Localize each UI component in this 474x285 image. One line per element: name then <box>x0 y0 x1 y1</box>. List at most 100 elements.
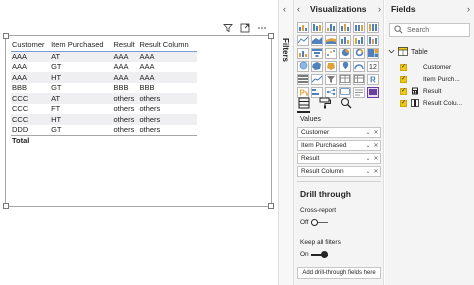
ribbon-chart-icon[interactable] <box>367 35 379 46</box>
remove-field-icon[interactable]: ✕ <box>372 129 380 136</box>
table-row: BBB GT BBB BBB <box>11 83 197 94</box>
svg-text:2: 2 <box>373 64 377 70</box>
resize-handle[interactable] <box>268 33 274 39</box>
table-visual-icon[interactable] <box>339 74 351 85</box>
table-row: CCC FT others others <box>11 104 197 115</box>
search-placeholder: Search <box>407 26 430 34</box>
values-well-label: Values <box>300 116 321 123</box>
field-item[interactable]: ✓ Result <box>400 87 441 95</box>
stacked-column-chart-icon[interactable] <box>311 22 323 33</box>
fields-search-box[interactable]: Search <box>389 23 470 37</box>
slicer-icon[interactable] <box>325 74 337 85</box>
area-chart-icon[interactable] <box>311 35 323 46</box>
table-row: AAA GT AAA AAA <box>11 62 197 73</box>
table-cell: AAA <box>11 51 51 62</box>
stacked-bar-chart-icon[interactable] <box>297 22 309 33</box>
field-checkbox-checked[interactable]: ✓ <box>400 63 407 71</box>
search-icon <box>394 24 403 36</box>
field-label: Customer <box>423 63 452 71</box>
toggle-switch-on[interactable] <box>310 251 328 258</box>
stacked-column-100-icon[interactable] <box>367 22 379 33</box>
donut-chart-icon[interactable] <box>353 48 365 59</box>
field-table-node[interactable]: Table <box>388 47 428 58</box>
table-cell: AT <box>50 93 113 104</box>
matrix-icon[interactable] <box>353 74 365 85</box>
remove-field-icon[interactable]: ✕ <box>372 168 380 175</box>
table-row: CCC HT others others <box>11 114 197 125</box>
field-item[interactable]: ✓ Customer <box>400 63 451 71</box>
remove-field-icon[interactable]: ✕ <box>372 142 380 149</box>
table-row: AAA HT AAA AAA <box>11 72 197 83</box>
field-checkbox-checked[interactable]: ✓ <box>400 75 407 83</box>
chevron-down-icon[interactable] <box>388 48 395 57</box>
map-icon[interactable] <box>297 61 309 72</box>
field-checkbox-checked[interactable]: ✓ <box>400 87 407 95</box>
line-and-column-chart-icon[interactable] <box>339 35 351 46</box>
field-item[interactable]: ✓ Result Colu... <box>400 99 462 107</box>
chevron-down-icon[interactable]: ⌄ <box>364 155 372 162</box>
column-header[interactable]: Result <box>112 38 139 52</box>
section-divider <box>297 181 381 182</box>
value-field-pill[interactable]: Customer ⌄ ✕ <box>297 127 381 138</box>
collapse-fields-icon[interactable]: › <box>467 4 470 14</box>
table-cell: CCC <box>12 104 29 114</box>
resize-handle[interactable] <box>268 203 274 209</box>
keep-all-filters-toggle[interactable]: On <box>300 251 328 258</box>
filter-icon[interactable] <box>222 23 233 34</box>
azure-map-icon[interactable] <box>339 61 351 72</box>
chevron-down-icon[interactable]: ⌄ <box>364 168 372 175</box>
filters-pane-collapsed[interactable]: ‹ Filters <box>278 0 294 285</box>
waterfall-chart-icon[interactable] <box>297 48 309 59</box>
filled-map-icon[interactable] <box>311 61 323 72</box>
chevron-down-icon[interactable]: ⌄ <box>364 129 372 136</box>
remove-field-icon[interactable]: ✕ <box>372 155 380 162</box>
field-item[interactable]: ✓ Item Purch... <box>400 75 460 83</box>
stacked-area-chart-icon[interactable] <box>325 35 337 46</box>
focus-mode-icon[interactable] <box>239 23 250 34</box>
value-field-pill[interactable]: Item Purchased ⌄ ✕ <box>297 140 381 151</box>
data-table: Customer Item Purchased Result Result Co… <box>11 38 197 146</box>
fields-well-icon[interactable] <box>297 97 310 110</box>
multi-row-card-icon[interactable] <box>297 74 309 85</box>
field-checkbox-checked[interactable]: ✓ <box>400 99 407 107</box>
visualization-subtabs <box>297 95 381 111</box>
scatter-chart-icon[interactable] <box>325 48 337 59</box>
column-header[interactable]: Customer <box>11 38 51 52</box>
cross-report-toggle[interactable]: Off <box>300 219 328 226</box>
fields-pane: Fields › Search Table ✓ Customer ✓ Item … <box>385 0 474 285</box>
clustered-bar-chart-icon[interactable] <box>325 22 337 33</box>
chevron-down-icon[interactable]: ⌄ <box>364 142 372 149</box>
value-field-pill[interactable]: Result Column ⌄ ✕ <box>297 166 381 177</box>
table-visual[interactable]: Customer Item Purchased Result Result Co… <box>3 33 274 209</box>
filters-label[interactable]: Filters <box>281 38 290 62</box>
format-paint-roller-icon[interactable] <box>318 97 331 110</box>
r-script-visual-icon[interactable]: R <box>367 74 379 85</box>
add-drill-through-fields-drop-zone[interactable]: Add drill-through fields here <box>297 267 381 279</box>
toggle-switch-off[interactable] <box>310 219 328 226</box>
total-label: Total <box>11 134 51 146</box>
more-options-icon[interactable] <box>256 23 267 34</box>
shape-map-icon[interactable] <box>325 61 337 72</box>
column-header[interactable]: Result Column <box>138 38 197 52</box>
value-field-pill[interactable]: Result ⌄ ✕ <box>297 153 381 164</box>
gauge-icon[interactable] <box>353 61 365 72</box>
line-and-stacked-column-icon[interactable] <box>353 35 365 46</box>
pie-chart-icon[interactable] <box>339 48 351 59</box>
resize-handle[interactable] <box>3 33 9 39</box>
visual-type-gallery: 12 R Py <box>297 22 381 98</box>
card-icon[interactable]: 12 <box>367 61 379 72</box>
visualizations-title: Visualizations <box>310 4 367 14</box>
expand-filters-icon[interactable]: ‹ <box>283 4 286 14</box>
clustered-column-chart-icon[interactable] <box>339 22 351 33</box>
resize-handle[interactable] <box>3 203 9 209</box>
collapse-left-icon[interactable]: ‹ <box>297 4 307 14</box>
treemap-icon[interactable] <box>367 48 379 59</box>
funnel-chart-icon[interactable] <box>311 48 323 59</box>
collapse-visualizations-icon[interactable]: › <box>378 4 381 14</box>
line-chart-icon[interactable] <box>297 35 309 46</box>
table-name: Table <box>411 49 428 56</box>
stacked-bar-100-icon[interactable] <box>353 22 365 33</box>
analytics-magnifier-icon[interactable] <box>339 97 352 110</box>
column-header[interactable]: Item Purchased <box>50 38 113 52</box>
kpi-icon[interactable] <box>311 74 323 85</box>
